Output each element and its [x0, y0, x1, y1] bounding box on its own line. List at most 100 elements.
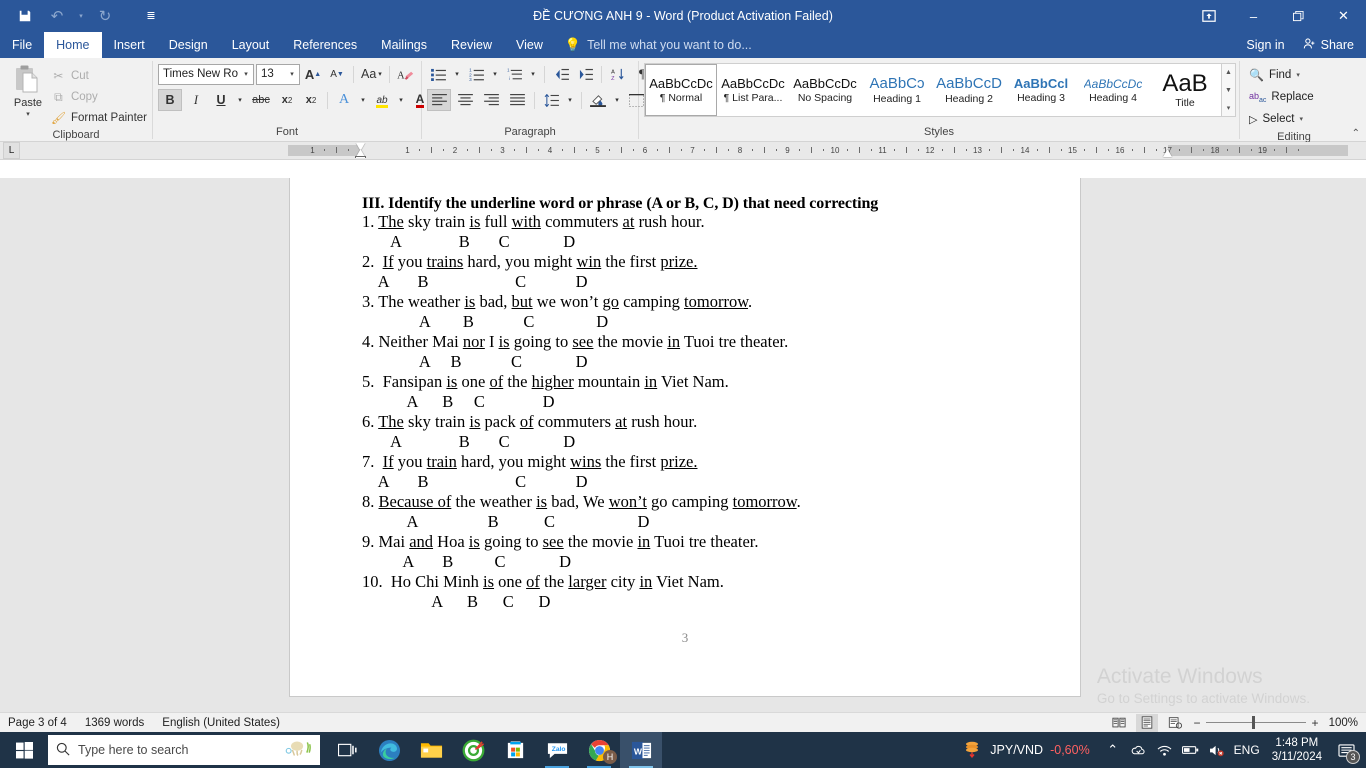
minimize-button[interactable]: – [1231, 0, 1276, 32]
onedrive-icon[interactable] [1126, 732, 1152, 768]
styles-gallery[interactable]: AaBbCcDc ¶ Normal AaBbCcDc ¶ List Para..… [644, 63, 1222, 117]
shading-button[interactable] [587, 89, 609, 111]
style-heading-2[interactable]: AaBbCcD Heading 2 [933, 64, 1005, 116]
tab-design[interactable]: Design [157, 32, 220, 58]
stock-widget[interactable]: JPY/VND -0,60% [953, 740, 1099, 761]
tab-insert[interactable]: Insert [102, 32, 157, 58]
tab-layout[interactable]: Layout [220, 32, 282, 58]
replace-button[interactable]: abac Replace [1245, 87, 1318, 107]
document-canvas[interactable]: III. Identify the underline word or phra… [0, 178, 1366, 716]
change-case-button[interactable]: Aa ▾ [359, 63, 384, 85]
format-painter-button[interactable]: 🖌 Format Painter [51, 109, 147, 127]
tell-me-search[interactable]: 💡 Tell me what you want to do... [555, 32, 762, 58]
styles-scroll-down-icon[interactable]: ▼ [1222, 82, 1235, 99]
styles-scroll-up-icon[interactable]: ▲ [1222, 64, 1235, 81]
battery-icon[interactable] [1178, 732, 1204, 768]
multilevel-list-button[interactable]: 1i [503, 63, 525, 85]
zoom-in-button[interactable]: + [1310, 716, 1320, 730]
bullets-button[interactable] [427, 63, 449, 85]
tab-home[interactable]: Home [44, 32, 102, 58]
style-heading-3[interactable]: AaBbCcl Heading 3 [1005, 64, 1077, 116]
style-list-paragraph[interactable]: AaBbCcDc ¶ List Para... [717, 64, 789, 116]
shading-dropdown-icon[interactable]: ▾ [611, 89, 623, 111]
undo-icon[interactable]: ↶ [42, 3, 72, 29]
bullets-dropdown-icon[interactable]: ▾ [451, 63, 463, 85]
zoom-track[interactable] [1206, 716, 1306, 729]
first-line-indent-marker[interactable] [355, 143, 365, 150]
close-button[interactable]: ✕ [1321, 0, 1366, 32]
share-button[interactable]: Share [1294, 32, 1366, 58]
sort-button[interactable]: AZ [607, 63, 629, 85]
line-spacing-dropdown-icon[interactable]: ▾ [564, 89, 576, 111]
search-input[interactable]: Type here to search [48, 735, 320, 765]
tab-references[interactable]: References [281, 32, 369, 58]
word-count[interactable]: 1369 words [85, 717, 144, 729]
left-indent-marker[interactable] [354, 156, 366, 158]
microsoft-store-icon[interactable] [494, 732, 536, 768]
zoom-slider[interactable]: − + [1192, 716, 1320, 730]
tab-view[interactable]: View [504, 32, 555, 58]
save-icon[interactable] [10, 3, 40, 29]
font-name-combo[interactable]: Times New Ro ▾ [158, 63, 254, 85]
style-normal[interactable]: AaBbCcDc ¶ Normal [645, 64, 717, 116]
print-layout-button[interactable] [1136, 713, 1158, 732]
highlight-dropdown-icon[interactable]: ▾ [395, 89, 407, 111]
volume-muted-icon[interactable] [1204, 732, 1230, 768]
cut-button[interactable]: ✂ Cut [51, 67, 147, 85]
text-highlight-color-button[interactable]: ab [371, 89, 393, 111]
read-mode-button[interactable] [1108, 714, 1130, 732]
text-effects-button[interactable]: A [333, 89, 355, 111]
zalo-icon[interactable]: Zalo [536, 732, 578, 768]
page-indicator[interactable]: Page 3 of 4 [8, 717, 67, 729]
ribbon-display-options-button[interactable] [1186, 0, 1231, 32]
sign-in-button[interactable]: Sign in [1236, 38, 1294, 52]
shrink-font-button[interactable]: A ▼ [326, 63, 348, 85]
select-button[interactable]: ▷ Select ▾ [1245, 109, 1318, 129]
find-button[interactable]: 🔍 Find ▾ [1245, 65, 1318, 85]
strikethrough-button[interactable]: abc [248, 89, 274, 111]
right-indent-marker[interactable] [1163, 150, 1172, 157]
zoom-level[interactable]: 100% [1326, 717, 1358, 729]
align-left-button[interactable] [427, 89, 451, 111]
justify-button[interactable] [505, 89, 529, 111]
font-size-combo[interactable]: 13 ▾ [256, 63, 300, 85]
start-button[interactable] [0, 732, 48, 768]
numbering-button[interactable]: 123 [465, 63, 487, 85]
find-dropdown-icon[interactable]: ▾ [1296, 71, 1300, 79]
microsoft-edge-icon[interactable] [368, 732, 410, 768]
document-page[interactable]: III. Identify the underline word or phra… [290, 178, 1080, 696]
tab-stop-selector[interactable]: L [3, 142, 20, 159]
styles-gallery-scrollbar[interactable]: ▲ ▼ ▾ [1222, 63, 1236, 117]
grow-font-button[interactable]: A ▲ [302, 63, 324, 85]
tab-mailings[interactable]: Mailings [369, 32, 439, 58]
numbering-dropdown-icon[interactable]: ▾ [489, 63, 501, 85]
underline-dropdown-icon[interactable]: ▾ [234, 89, 246, 111]
tab-review[interactable]: Review [439, 32, 504, 58]
clock[interactable]: 1:48 PM 3/11/2024 [1264, 736, 1330, 764]
select-dropdown-icon[interactable]: ▾ [1299, 115, 1303, 123]
tab-file[interactable]: File [0, 32, 44, 58]
undo-dropdown-icon[interactable]: ▾ [74, 3, 88, 29]
multilevel-dropdown-icon[interactable]: ▾ [527, 63, 539, 85]
document-content[interactable]: III. Identify the underline word or phra… [362, 196, 1060, 614]
web-layout-button[interactable] [1164, 714, 1186, 732]
superscript-button[interactable]: x2 [300, 89, 322, 111]
bold-button[interactable]: B [158, 89, 182, 111]
horizontal-ruler[interactable]: 1 1 2 3 4 5 6 7 8 9 10 11 12 13 14 15 16 17 18 19 [288, 143, 1348, 158]
redo-icon[interactable]: ↻ [90, 3, 120, 29]
font-size-dropdown-icon[interactable]: ▾ [285, 65, 299, 84]
cortana-icon[interactable] [284, 738, 312, 762]
line-spacing-button[interactable] [540, 89, 562, 111]
style-title[interactable]: AaB Title [1149, 64, 1221, 116]
font-name-dropdown-icon[interactable]: ▾ [239, 65, 253, 84]
paste-dropdown-icon[interactable]: ▾ [26, 110, 30, 118]
decrease-indent-button[interactable] [550, 63, 572, 85]
notification-center-button[interactable]: 3 [1330, 732, 1362, 768]
restore-button[interactable] [1276, 0, 1321, 32]
file-explorer-icon[interactable] [410, 732, 452, 768]
show-hidden-icons-icon[interactable]: ⌃ [1100, 732, 1126, 768]
task-view-icon[interactable] [326, 732, 368, 768]
subscript-button[interactable]: x2 [276, 89, 298, 111]
google-chrome-icon[interactable]: H [578, 732, 620, 768]
input-language-indicator[interactable]: ENG [1230, 732, 1264, 768]
